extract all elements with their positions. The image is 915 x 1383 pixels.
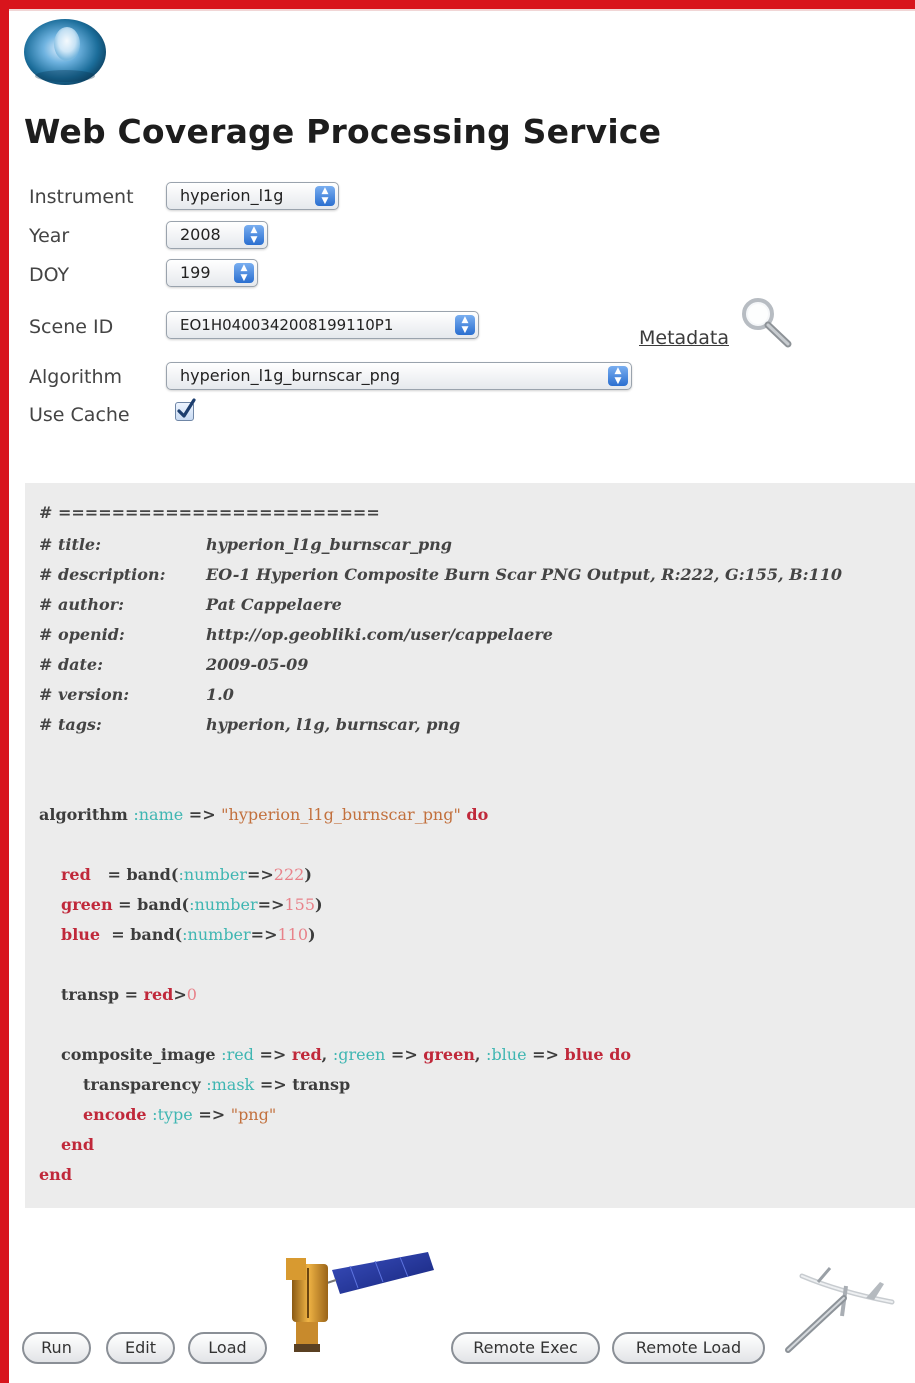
select-arrows-icon: ▲ ▼: [234, 263, 254, 283]
magnifier-icon[interactable]: [738, 294, 794, 350]
code-header-value: 2009-05-09: [206, 655, 309, 674]
code-line-end-inner: end: [61, 1135, 94, 1154]
frame-inner-line: [9, 9, 915, 11]
select-arrows-icon: ▲ ▼: [244, 225, 264, 245]
code-line-green: green = band(:number=>155): [61, 895, 323, 914]
scene-id-select[interactable]: EO1H0400342008199110P1 ▲ ▼: [166, 311, 479, 339]
code-line-algorithm: algorithm :name => "hyperion_l1g_burnsca…: [39, 805, 489, 824]
year-value: 2008: [180, 225, 221, 244]
code-header-value: Pat Cappelaere: [206, 595, 342, 614]
select-arrows-icon: ▲ ▼: [315, 186, 335, 206]
code-header-value: http://op.geobliki.com/user/cappelaere: [206, 625, 553, 644]
code-header-key: # date:: [39, 655, 104, 674]
code-header-key: # title:: [39, 535, 101, 554]
algorithm-name-string: "hyperion_l1g_burnscar_png": [221, 805, 461, 824]
algorithm-code-panel: # ======================== # title: hype…: [25, 483, 915, 1208]
instrument-value: hyperion_l1g: [180, 186, 284, 205]
code-line-transparency: transparency :mask => transp: [83, 1075, 351, 1094]
use-cache-checkbox[interactable]: [175, 398, 196, 421]
metadata-link[interactable]: Metadata: [639, 327, 729, 349]
code-header-key: # version:: [39, 685, 130, 704]
transp-threshold: 0: [186, 985, 197, 1004]
band-blue-number: 110: [277, 925, 309, 944]
code-header-value: hyperion, l1g, burnscar, png: [206, 715, 461, 734]
globe-logo-icon: [24, 19, 106, 85]
load-button[interactable]: Load: [188, 1332, 267, 1364]
doy-select[interactable]: 199 ▲ ▼: [166, 259, 258, 287]
code-header-value: hyperion_l1g_burnscar_png: [206, 535, 452, 554]
scene-id-label: Scene ID: [29, 316, 114, 338]
page-title: Web Coverage Processing Service: [24, 112, 662, 151]
algorithm-value: hyperion_l1g_burnscar_png: [180, 366, 401, 385]
select-arrows-icon: ▲ ▼: [455, 315, 475, 335]
code-header-key: # author:: [39, 595, 125, 614]
code-line-blue: blue = band(:number=>110): [61, 925, 316, 944]
doy-label: DOY: [29, 264, 70, 286]
remote-exec-button[interactable]: Remote Exec: [451, 1332, 600, 1364]
code-header-value: EO-1 Hyperion Composite Burn Scar PNG Ou…: [206, 565, 842, 584]
frame-left-border: [0, 0, 9, 1383]
band-green-number: 155: [284, 895, 315, 914]
aircraft-icon: [785, 1267, 895, 1353]
remote-load-button[interactable]: Remote Load: [612, 1332, 765, 1364]
year-label: Year: [29, 225, 70, 247]
frame-top-border: [0, 0, 915, 9]
code-line-encode: encode :type => "png": [83, 1105, 277, 1124]
encode-type-string: "png": [230, 1105, 277, 1124]
code-header-key: # description:: [39, 565, 166, 584]
instrument-label: Instrument: [29, 186, 134, 208]
code-header-value: 1.0: [206, 685, 234, 704]
run-button[interactable]: Run: [22, 1332, 91, 1364]
code-line-transp: transp = red>0: [61, 985, 197, 1004]
instrument-select[interactable]: hyperion_l1g ▲ ▼: [166, 182, 339, 210]
select-arrows-icon: ▲ ▼: [608, 366, 628, 386]
checkmark-icon: [177, 398, 196, 418]
scene-id-value: EO1H0400342008199110P1: [180, 316, 394, 334]
code-line-composite: composite_image :red => red, :green => g…: [61, 1045, 632, 1064]
algorithm-label: Algorithm: [29, 366, 123, 388]
code-line-red: red = band(:number=>222): [61, 865, 312, 884]
code-header-key: # tags:: [39, 715, 102, 734]
edit-button[interactable]: Edit: [106, 1332, 175, 1364]
use-cache-label: Use Cache: [29, 404, 130, 426]
doy-value: 199: [180, 263, 211, 282]
year-select[interactable]: 2008 ▲ ▼: [166, 221, 268, 249]
code-separator: # ========================: [39, 503, 380, 522]
band-red-number: 222: [273, 865, 305, 884]
code-line-end-outer: end: [39, 1165, 72, 1184]
satellite-icon: [286, 1252, 434, 1352]
algorithm-select[interactable]: hyperion_l1g_burnscar_png ▲ ▼: [166, 362, 632, 390]
code-header-key: # openid:: [39, 625, 125, 644]
